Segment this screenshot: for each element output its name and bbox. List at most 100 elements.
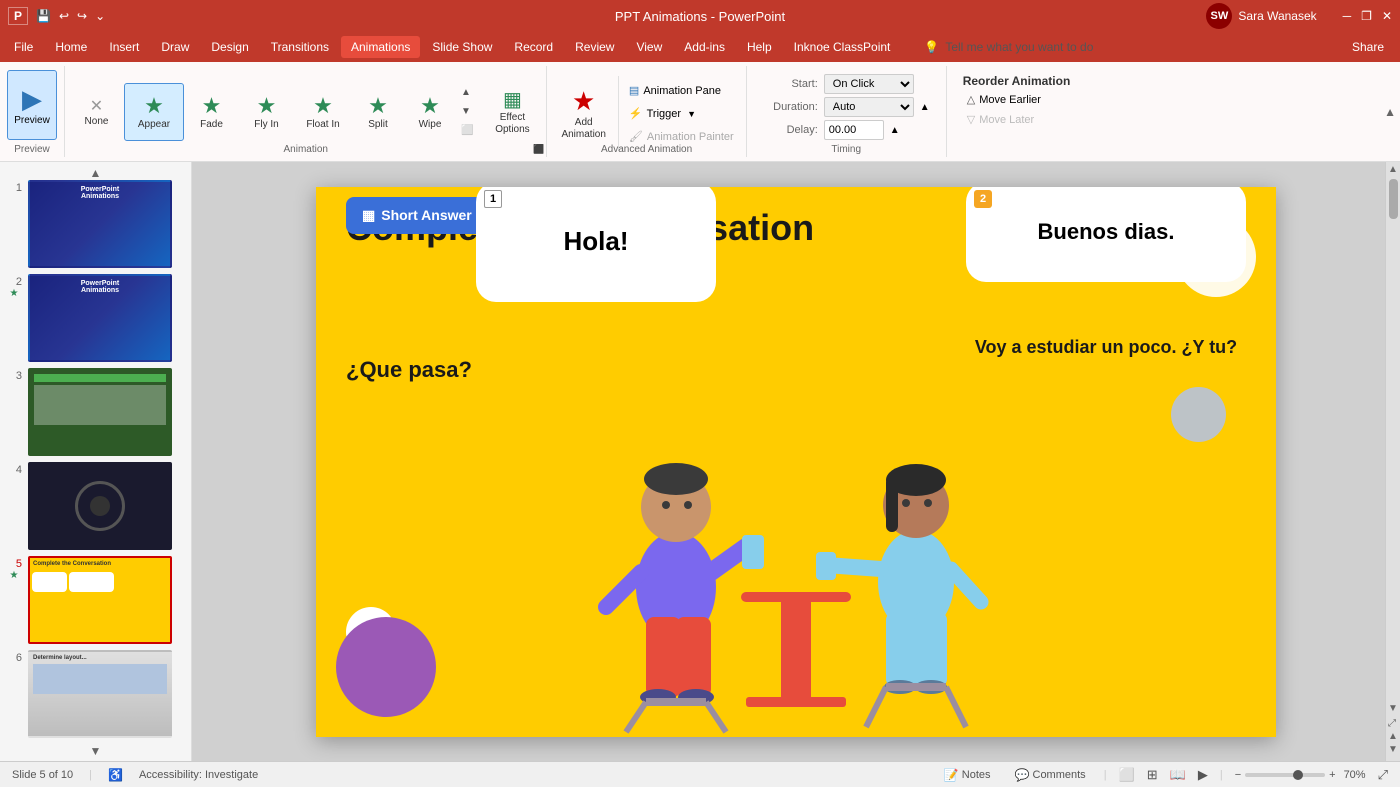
slide-thumb-4[interactable] bbox=[28, 462, 172, 550]
notes-btn[interactable]: 📝 Notes bbox=[938, 766, 997, 784]
move-earlier-label: Move Earlier bbox=[979, 94, 1041, 106]
fit-window-btn[interactable]: ⤢ bbox=[1378, 767, 1388, 783]
grid-view-icon[interactable]: ⊞ bbox=[1147, 767, 1158, 783]
trigger-btn[interactable]: ⚡ Trigger ▼ bbox=[623, 103, 740, 125]
anim-wipe[interactable]: ★ Wipe bbox=[404, 83, 456, 141]
slide-thumb-1[interactable]: PowerPointAnimations bbox=[28, 180, 172, 268]
anim-appear[interactable]: ★ Appear bbox=[124, 83, 184, 141]
search-bar[interactable]: 💡 Tell me what you want to do bbox=[914, 40, 1103, 54]
undo-icon[interactable]: ↩ bbox=[59, 9, 69, 23]
reading-view-icon[interactable]: 📖 bbox=[1170, 767, 1186, 783]
scrollbar-down[interactable]: ▼ bbox=[1388, 703, 1398, 714]
slide-item-5[interactable]: 5 ★ Complete the Conversation bbox=[4, 556, 187, 644]
menu-insert[interactable]: Insert bbox=[99, 36, 149, 58]
up-icon[interactable]: ▲ bbox=[1388, 731, 1398, 742]
menu-slideshow[interactable]: Slide Show bbox=[422, 36, 502, 58]
menu-animations[interactable]: Animations bbox=[341, 36, 420, 58]
preview-button[interactable]: ▶ Preview bbox=[7, 70, 57, 140]
menu-design[interactable]: Design bbox=[201, 36, 258, 58]
reorder-title: Reorder Animation bbox=[963, 74, 1071, 88]
menu-file[interactable]: File bbox=[4, 36, 43, 58]
circle-purple-large bbox=[336, 617, 436, 717]
advanced-group-label: Advanced Animation bbox=[547, 144, 745, 155]
gallery-down[interactable]: ▼ bbox=[458, 105, 476, 118]
short-answer-btn[interactable]: ▦ Short Answer bbox=[346, 197, 488, 234]
gallery-expand[interactable]: ⬜ bbox=[458, 124, 476, 137]
redo-icon[interactable]: ↪ bbox=[77, 9, 87, 23]
gallery-up[interactable]: ▲ bbox=[458, 86, 476, 99]
down-icon[interactable]: ▼ bbox=[1388, 744, 1398, 755]
menu-home[interactable]: Home bbox=[45, 36, 97, 58]
slide-item-3[interactable]: 3 bbox=[4, 368, 187, 456]
move-earlier-btn[interactable]: △ Move Earlier bbox=[963, 91, 1071, 108]
normal-view-icon[interactable]: ⬜ bbox=[1119, 767, 1135, 783]
animation-pane-icon: ▤ bbox=[629, 84, 639, 97]
trigger-dropdown-icon[interactable]: ▼ bbox=[687, 109, 696, 119]
anim-floatin[interactable]: ★ Float In bbox=[294, 83, 352, 141]
anim-split[interactable]: ★ Split bbox=[352, 83, 404, 141]
anim-none[interactable]: ✕ None bbox=[69, 83, 124, 141]
slide-thumb-2[interactable]: PowerPointAnimations bbox=[28, 274, 172, 362]
menu-record[interactable]: Record bbox=[504, 36, 563, 58]
menu-view[interactable]: View bbox=[626, 36, 672, 58]
animation-painter-label: Animation Painter bbox=[647, 131, 734, 143]
slide-item-4[interactable]: 4 bbox=[4, 462, 187, 550]
slideshow-icon[interactable]: ▶ bbox=[1198, 767, 1208, 783]
start-select[interactable]: On Click With Previous After Previous bbox=[824, 74, 914, 94]
close-btn[interactable]: ✕ bbox=[1382, 9, 1392, 23]
delay-label: Delay: bbox=[763, 124, 818, 136]
effect-options-group: ▦ EffectOptions bbox=[482, 82, 542, 142]
save-icon[interactable]: 💾 bbox=[36, 9, 51, 23]
zoom-plus[interactable]: + bbox=[1329, 769, 1335, 781]
slide-thumb-3[interactable] bbox=[28, 368, 172, 456]
menu-help[interactable]: Help bbox=[737, 36, 782, 58]
anim-fade[interactable]: ★ Fade bbox=[184, 83, 239, 141]
animation-group-expand[interactable]: ⬛ bbox=[533, 144, 544, 155]
fit-page-icon[interactable]: ⤢ bbox=[1388, 718, 1398, 729]
title-bar-right: SW Sara Wanasek ─ ❐ ✕ bbox=[1206, 3, 1392, 29]
people-scene bbox=[546, 417, 1046, 737]
duration-spinner-up[interactable]: ▲ bbox=[920, 102, 930, 113]
menu-transitions[interactable]: Transitions bbox=[261, 36, 339, 58]
slide-thumb-6[interactable]: Determine layout... bbox=[28, 650, 172, 738]
menu-addins[interactable]: Add-ins bbox=[674, 36, 735, 58]
slide-thumb-5[interactable]: Complete the Conversation bbox=[28, 556, 172, 644]
delay-spinner-up[interactable]: ▲ bbox=[890, 125, 900, 136]
ribbon-collapse-btn[interactable]: ▲ bbox=[1384, 105, 1396, 119]
restore-btn[interactable]: ❐ bbox=[1361, 9, 1372, 23]
slide-panel-scroll-up[interactable]: ▲ bbox=[4, 166, 187, 180]
split-label: Split bbox=[368, 119, 387, 130]
accessibility-label[interactable]: Accessibility: Investigate bbox=[139, 769, 258, 781]
add-animation-label: AddAnimation bbox=[561, 117, 605, 141]
anim-flyin[interactable]: ★ Fly In bbox=[239, 83, 294, 141]
none-label: None bbox=[85, 116, 109, 127]
delay-input[interactable] bbox=[824, 120, 884, 140]
zoom-slider[interactable] bbox=[1245, 773, 1325, 777]
move-later-btn[interactable]: ▽ Move Later bbox=[963, 111, 1071, 128]
animation-pane-btn[interactable]: ▤ Animation Pane bbox=[623, 80, 740, 102]
scrollbar-up[interactable]: ▲ bbox=[1388, 164, 1398, 175]
slide-item-6[interactable]: 6 Determine layout... bbox=[4, 650, 187, 738]
slide-item-1[interactable]: 1 PowerPointAnimations bbox=[4, 180, 187, 268]
minimize-btn[interactable]: ─ bbox=[1343, 9, 1352, 23]
title-bar: P 💾 ↩ ↪ ⌄ PPT Animations - PowerPoint SW… bbox=[0, 0, 1400, 32]
slide-panel-scroll-down[interactable]: ▼ bbox=[4, 744, 187, 758]
duration-label: Duration: bbox=[763, 101, 818, 113]
share-btn[interactable]: Share bbox=[1340, 40, 1396, 54]
canvas-scrollbar[interactable]: ▲ ▼ ⤢ ▲ ▼ bbox=[1385, 162, 1400, 761]
slide-item-2[interactable]: 2 ★ PowerPointAnimations bbox=[4, 274, 187, 362]
scrollbar-thumb[interactable] bbox=[1389, 179, 1398, 219]
reorder-section: Reorder Animation △ Move Earlier ▽ Move … bbox=[955, 68, 1079, 155]
customize-icon[interactable]: ⌄ bbox=[95, 9, 105, 23]
effect-options-btn[interactable]: ▦ EffectOptions bbox=[482, 82, 542, 142]
menu-inknoe[interactable]: Inknoe ClassPoint bbox=[784, 36, 901, 58]
zoom-minus[interactable]: − bbox=[1235, 769, 1241, 781]
avatar: SW bbox=[1206, 3, 1232, 29]
menu-review[interactable]: Review bbox=[565, 36, 624, 58]
duration-select[interactable]: Auto 0.5 1.0 2.0 bbox=[824, 97, 914, 117]
comments-btn[interactable]: 💬 Comments bbox=[1009, 766, 1092, 784]
search-label[interactable]: Tell me what you want to do bbox=[945, 40, 1093, 54]
menu-draw[interactable]: Draw bbox=[151, 36, 199, 58]
zoom-thumb[interactable] bbox=[1293, 770, 1303, 780]
add-animation-btn[interactable]: ★ AddAnimation bbox=[553, 79, 613, 149]
